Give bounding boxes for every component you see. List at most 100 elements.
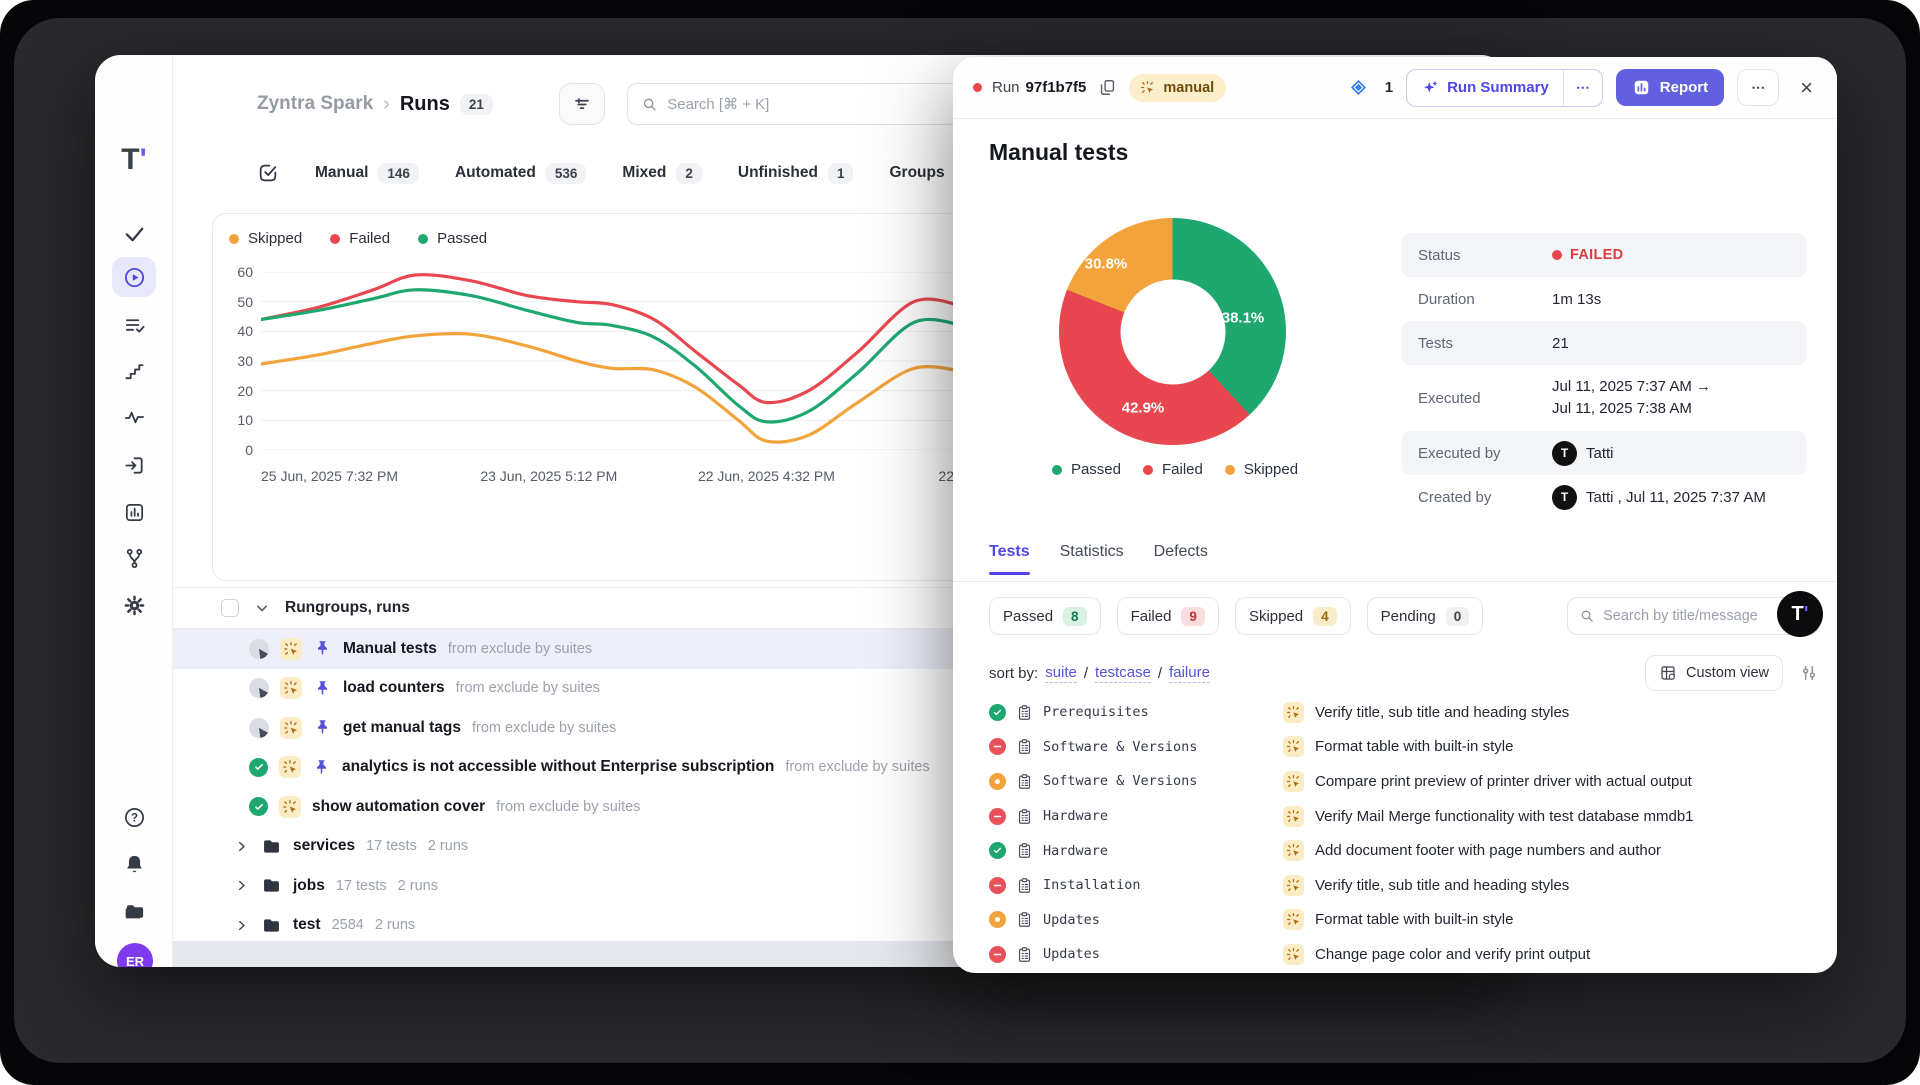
- run-summary-button-group: Run Summary ⋯: [1406, 69, 1603, 107]
- donut-legend-item[interactable]: Passed: [1052, 461, 1121, 478]
- pulse-icon: [123, 406, 146, 429]
- manual-badge[interactable]: manual: [1129, 74, 1226, 102]
- donut-legend-item[interactable]: Skipped: [1225, 461, 1298, 478]
- panel-tab[interactable]: Defects: [1154, 543, 1208, 575]
- app-logo[interactable]: T': [95, 143, 173, 177]
- clipboard-icon: [1016, 704, 1033, 721]
- report-icon: [1632, 78, 1651, 97]
- legend-item[interactable]: Failed: [330, 230, 390, 247]
- test-title: Verify Mail Merge functionality with tes…: [1315, 808, 1694, 825]
- sidebar-item-help[interactable]: [112, 797, 156, 837]
- runs-tab[interactable]: Manual 146: [315, 163, 419, 184]
- test-row-title-cell: Verify title, sub title and heading styl…: [1283, 875, 1837, 896]
- close-panel-button[interactable]: ×: [1796, 75, 1817, 101]
- app-logo-tick: ': [140, 143, 147, 176]
- sidebar-item-reports[interactable]: [112, 492, 156, 532]
- select-all-checkbox[interactable]: [221, 599, 239, 617]
- breadcrumb-project[interactable]: Zyntra Spark: [257, 93, 373, 115]
- user-avatar: T: [1552, 485, 1577, 510]
- legend-dot: [418, 234, 428, 244]
- run-summary-more-button[interactable]: ⋯: [1563, 70, 1602, 106]
- run-passed-icon: [249, 758, 268, 777]
- steps-icon: [123, 360, 146, 383]
- sidebar-item-integrations[interactable]: [112, 538, 156, 578]
- sidebar-item-checks[interactable]: [112, 213, 156, 253]
- sort-link-failure[interactable]: failure: [1169, 664, 1210, 683]
- assistant-avatar-button[interactable]: T': [1777, 591, 1823, 637]
- run-label: Run: [992, 79, 1020, 96]
- sidebar-item-settings[interactable]: [112, 585, 156, 625]
- tabs-divider: [953, 581, 1837, 582]
- chevron-right-icon[interactable]: [233, 838, 250, 855]
- test-row[interactable]: [953, 972, 1837, 973]
- created-by-value[interactable]: Tatti , Jul 11, 2025 7:37 AM: [1586, 489, 1766, 506]
- donut-legend-label: Passed: [1071, 461, 1121, 478]
- view-settings-button[interactable]: [1799, 663, 1819, 683]
- test-passed-icon: [989, 842, 1006, 859]
- chevron-right-icon[interactable]: [233, 877, 250, 894]
- run-summary-button[interactable]: Run Summary: [1407, 70, 1563, 106]
- sort-link-testcase[interactable]: testcase: [1095, 664, 1151, 683]
- legend-item[interactable]: Passed: [418, 230, 487, 247]
- status-filter-chip[interactable]: Failed 9: [1117, 597, 1219, 635]
- folder-icon: [261, 915, 282, 936]
- run-progress-icon: [249, 678, 269, 698]
- test-row[interactable]: Software & Versions Format table with bu…: [953, 730, 1837, 765]
- diamond-icon[interactable]: [1349, 78, 1368, 97]
- test-row[interactable]: Hardware Verify Mail Merge functionality…: [953, 799, 1837, 834]
- global-search[interactable]: [627, 83, 959, 125]
- status-dot: [1552, 250, 1562, 260]
- test-row[interactable]: Hardware Add document footer with page n…: [953, 833, 1837, 868]
- panel-tab[interactable]: Tests: [989, 543, 1030, 575]
- test-row[interactable]: Installation Verify title, sub title and…: [953, 868, 1837, 903]
- panel-tab[interactable]: Statistics: [1060, 543, 1124, 575]
- results-donut-chart[interactable]: 30.8% 38.1% 42.9%: [1059, 218, 1286, 445]
- status-filter-chip[interactable]: Skipped 4: [1235, 597, 1351, 635]
- chip-label: Passed: [1003, 608, 1053, 625]
- chevron-right-icon[interactable]: [233, 917, 250, 934]
- runs-tab[interactable]: Automated 536: [455, 163, 586, 184]
- select-all-runs-button[interactable]: [257, 162, 279, 184]
- legend-item[interactable]: Skipped: [229, 230, 302, 247]
- avatar[interactable]: ER: [117, 943, 153, 967]
- test-row[interactable]: Prerequisites Verify title, sub title an…: [953, 695, 1837, 730]
- sidebar-item-notifications[interactable]: [112, 844, 156, 884]
- y-tick: 20: [237, 383, 253, 399]
- run-runs-count: 2 runs: [375, 917, 415, 933]
- sidebar-item-projects[interactable]: [112, 891, 156, 931]
- sidebar-item-imports[interactable]: [112, 445, 156, 485]
- chip-count: 9: [1181, 607, 1205, 626]
- run-info-table: Status FAILED Duration 1m 13s Tests 21 E…: [1402, 233, 1806, 519]
- runs-tab[interactable]: Mixed 2: [622, 163, 701, 184]
- sidebar-item-activity[interactable]: [112, 397, 156, 437]
- filter-button[interactable]: [559, 83, 605, 125]
- status-filter-chip[interactable]: Pending 0: [1367, 597, 1484, 635]
- line-chart-plot[interactable]: [261, 272, 963, 450]
- donut-legend-item[interactable]: Failed: [1143, 461, 1203, 478]
- breadcrumb-separator: ›: [383, 93, 390, 116]
- status-filter-chip[interactable]: Passed 8: [989, 597, 1101, 635]
- test-row[interactable]: Updates Format table with built-in style: [953, 903, 1837, 938]
- clipboard-check-icon: [257, 162, 279, 184]
- diamond-count: 1: [1385, 79, 1393, 96]
- sidebar-item-testcases[interactable]: [112, 305, 156, 345]
- runs-tab[interactable]: Unfinished 1: [738, 163, 854, 184]
- executed-by-value[interactable]: Tatti: [1586, 445, 1614, 462]
- y-axis-labels: 0102030405060: [219, 272, 253, 450]
- copy-run-id-button[interactable]: [1098, 78, 1117, 97]
- report-label: Report: [1660, 79, 1708, 96]
- panel-more-button[interactable]: ⋯: [1737, 69, 1779, 106]
- test-row[interactable]: Updates Change page color and verify pri…: [953, 937, 1837, 972]
- report-button[interactable]: Report: [1616, 69, 1724, 106]
- sidebar-item-milestones[interactable]: [112, 351, 156, 391]
- custom-view-button[interactable]: Custom view: [1645, 655, 1783, 691]
- sparkle-icon: [1421, 79, 1439, 97]
- test-row[interactable]: Software & Versions Compare print previe…: [953, 764, 1837, 799]
- runs-tab-label: Mixed: [622, 164, 666, 182]
- test-suite-name: Hardware: [1043, 808, 1108, 824]
- info-row-tests: Tests 21: [1402, 321, 1806, 365]
- sidebar-item-runs[interactable]: [112, 257, 156, 297]
- search-input[interactable]: [667, 96, 945, 113]
- sort-link-suite[interactable]: suite: [1045, 664, 1077, 683]
- chevron-down-icon[interactable]: [252, 598, 272, 618]
